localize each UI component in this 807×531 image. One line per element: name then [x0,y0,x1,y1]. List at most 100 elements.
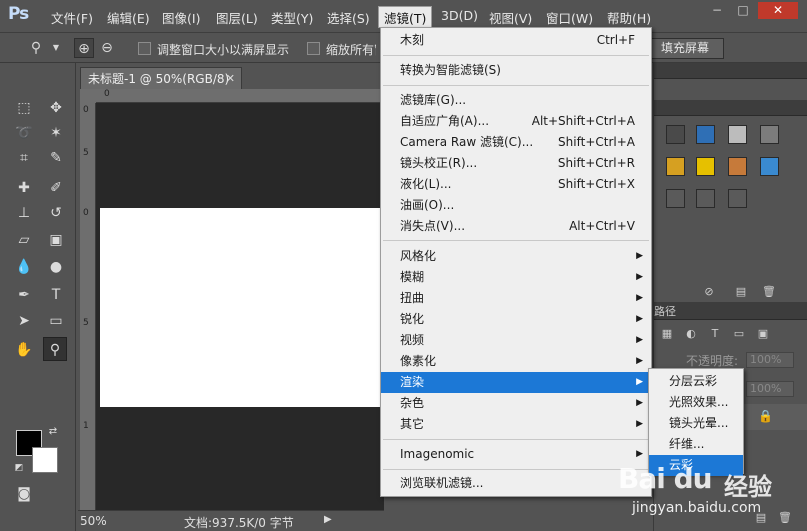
rectangle-icon[interactable]: ▭ [44,309,68,333]
submenu-item-difference-clouds[interactable]: 分层云彩 [649,371,743,392]
history-brush-icon[interactable]: ↺ [44,201,68,225]
menu-item-label: 自适应广角(A)... [400,114,490,128]
resize-windows-checkbox[interactable] [138,42,151,55]
fill-screen-button[interactable]: 填充屏幕 [646,38,724,59]
paths-tab[interactable]: 路径 [654,303,676,319]
filter-menu-item-adaptive-wide-angle[interactable]: 自适应广角(A)... Alt+Shift+Ctrl+A [381,111,651,132]
menu-layer[interactable]: 图层(L) [211,7,263,27]
menu-file[interactable]: 文件(F) [46,7,98,27]
close-icon[interactable]: ✕ [758,2,798,19]
submenu-item-lighting-effects[interactable]: 光照效果... [649,392,743,413]
filter-menu-item-sharpen[interactable]: 锐化 ▶ [381,309,651,330]
filter-menu-item-oil-paint[interactable]: 油画(O)... [381,195,651,216]
style-swatch[interactable] [760,125,779,144]
filter-menu-item-pixelate[interactable]: 像素化 ▶ [381,351,651,372]
trash-icon[interactable]: 🗑 [762,285,776,299]
filter-menu-item-stylize[interactable]: 风格化 ▶ [381,246,651,267]
zoom-tool-icon[interactable]: ⚲ [26,38,46,58]
gradient-icon[interactable]: ▣ [44,228,68,252]
filter-menu-item-imagenomic[interactable]: Imagenomic ▶ [381,444,651,465]
menu-image[interactable]: 图像(I) [157,7,205,27]
opacity-field[interactable]: 100% [746,352,794,368]
menu-item-label: 扭曲 [400,291,425,305]
filter-type-icon[interactable]: T [708,327,722,341]
swap-colors-icon[interactable]: ⇄ [46,425,60,439]
crop-icon[interactable]: ⌗ [12,146,36,170]
menu-select[interactable]: 选择(S) [322,7,375,27]
filter-menu-item-noise[interactable]: 杂色 ▶ [381,393,651,414]
path-select-icon[interactable]: ➤ [12,309,36,333]
menu-3d[interactable]: 3D(D) [436,7,483,27]
eraser-icon[interactable]: ▱ [12,228,36,252]
filter-menu-item-blur[interactable]: 模糊 ▶ [381,267,651,288]
stamp-icon[interactable]: ⊥ [12,201,36,225]
chevron-down-icon[interactable]: ▼ [46,38,66,58]
zoom-icon[interactable]: ⚲ [43,337,67,361]
default-colors-icon[interactable]: ◩ [12,461,26,475]
zoom-all-checkbox[interactable] [307,42,320,55]
filter-adjust-icon[interactable]: ◐ [684,327,698,341]
style-swatch[interactable] [666,125,685,144]
filter-menu-item-gallery[interactable]: 滤镜库(G)... [381,90,651,111]
filter-menu-item-render[interactable]: 渲染 ▶ [381,372,651,393]
filter-menu-item-liquify[interactable]: 液化(L)... Shift+Ctrl+X [381,174,651,195]
style-swatch[interactable] [728,157,747,176]
lasso-icon[interactable]: ➰ [12,121,36,145]
menu-edit[interactable]: 编辑(E) [102,7,155,27]
submenu-item-fibers[interactable]: 纤维... [649,434,743,455]
menu-filter[interactable]: 滤镜(T) [378,6,433,28]
filter-menu-item-last-filter[interactable]: 木刻 Ctrl+F [381,30,651,51]
style-swatch[interactable] [666,189,685,208]
menu-type[interactable]: 类型(Y) [266,7,318,27]
submenu-arrow-icon: ▶ [636,314,643,324]
magic-wand-icon[interactable]: ✶ [44,121,68,145]
zoom-out-icon[interactable]: ⊖ [97,38,117,58]
minimize-icon[interactable]: − [705,2,729,19]
style-swatch[interactable] [696,189,715,208]
background-color-swatch[interactable] [32,447,58,473]
healing-brush-icon[interactable]: ✚ [12,176,36,200]
style-swatch[interactable] [666,157,685,176]
document-canvas[interactable] [100,208,384,407]
filter-menu-item-camera-raw[interactable]: Camera Raw 滤镜(C)... Shift+Ctrl+A [381,132,651,153]
close-icon[interactable]: ✕ [226,68,235,90]
fill-field[interactable]: 100% [746,381,794,397]
blur-icon[interactable]: 💧 [12,255,36,279]
maximize-icon[interactable]: □ [731,2,755,19]
eyedropper-icon[interactable]: ✎ [44,146,68,170]
filter-smart-icon[interactable]: ▣ [756,327,770,341]
dodge-icon[interactable]: ● [44,255,68,279]
menu-help[interactable]: 帮助(H) [602,7,656,27]
type-icon[interactable]: T [44,283,68,307]
delete-style-icon[interactable]: ⊘ [702,285,716,299]
filter-menu-item-browse-online[interactable]: 浏览联机滤镜... [381,473,651,494]
brush-icon[interactable]: ✐ [44,176,68,200]
status-zoom[interactable]: 50% [80,514,107,528]
submenu-item-lens-flare[interactable]: 镜头光晕... [649,413,743,434]
filter-menu-item-other[interactable]: 其它 ▶ [381,414,651,435]
menu-window[interactable]: 窗口(W) [541,7,598,27]
document-tab[interactable]: 未标题-1 @ 50%(RGB/8) ✕ [80,67,242,89]
menu-item-label: 木刻 [400,33,425,47]
new-style-icon[interactable]: ▤ [734,285,748,299]
filter-menu-item-lens-correction[interactable]: 镜头校正(R)... Shift+Ctrl+R [381,153,651,174]
hand-icon[interactable]: ✋ [12,338,36,362]
style-swatch[interactable] [760,157,779,176]
filter-menu-item-vanishing-point[interactable]: 消失点(V)... Alt+Ctrl+V [381,216,651,237]
zoom-in-icon[interactable]: ⊕ [74,38,94,58]
pen-icon[interactable]: ✒ [12,283,36,307]
filter-pixel-icon[interactable]: ▦ [660,327,674,341]
filter-shape-icon[interactable]: ▭ [732,327,746,341]
marquee-icon[interactable]: ⬚ [12,96,36,120]
quick-mask-icon[interactable]: ◙ [12,482,36,506]
move-icon[interactable]: ✥ [44,96,68,120]
style-swatch[interactable] [696,157,715,176]
chevron-right-icon[interactable]: ▶ [324,514,332,525]
filter-menu-item-video[interactable]: 视频 ▶ [381,330,651,351]
filter-menu-item-distort[interactable]: 扭曲 ▶ [381,288,651,309]
filter-menu-item-convert-smart[interactable]: 转换为智能滤镜(S) [381,60,651,81]
style-swatch[interactable] [728,189,747,208]
style-swatch[interactable] [696,125,715,144]
style-swatch[interactable] [728,125,747,144]
menu-view[interactable]: 视图(V) [484,7,537,27]
